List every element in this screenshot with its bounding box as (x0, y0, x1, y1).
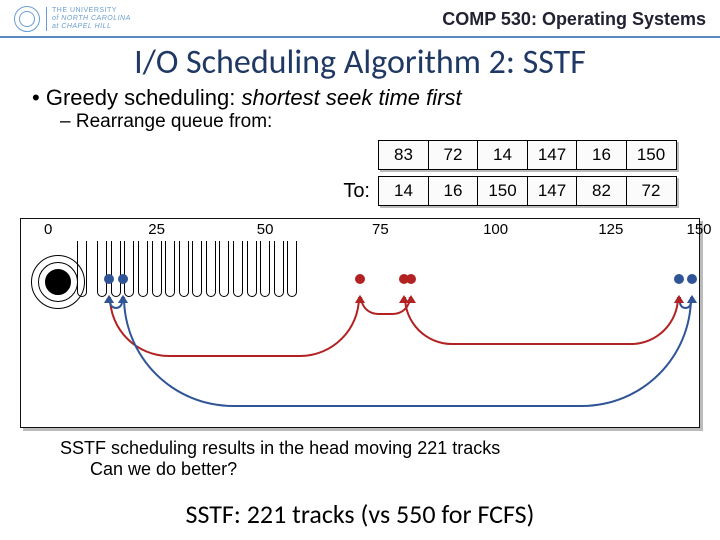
arrowhead-icon (399, 295, 409, 303)
queue-cell: 150 (626, 140, 677, 170)
r14-dot (104, 274, 114, 284)
track-tick (192, 241, 202, 297)
queue-cell: 14 (378, 176, 429, 206)
queue-to-label: To: (310, 180, 370, 203)
queue-to-cells: 14161501478272 (378, 176, 675, 206)
queue-cell: 72 (428, 140, 479, 170)
queue-cell: 82 (576, 176, 627, 206)
axis-tick-label: 125 (598, 221, 623, 238)
axis-tick-label: 50 (257, 221, 274, 238)
track-tick (260, 241, 270, 297)
queue-cell: 83 (378, 140, 429, 170)
a-147-82 (404, 297, 679, 345)
caption-l2: Can we do better? (60, 459, 500, 480)
course-label: COMP 530: Operating Systems (442, 9, 706, 30)
axis-labels: 0255075100125150 (21, 221, 699, 239)
axis-tick-label: 75 (372, 221, 389, 238)
track-ticks (21, 241, 699, 301)
caption: SSTF scheduling results in the head movi… (60, 438, 500, 479)
r150-dot (687, 274, 697, 284)
queue-cell: 16 (576, 140, 627, 170)
disk-diagram: 0255075100125150 (20, 218, 700, 428)
bullet-1: Greedy scheduling: shortest seek time fi… (32, 85, 700, 111)
bullet-2: Rearrange queue from: (32, 111, 700, 133)
bullet-1-text: Greedy scheduling: (46, 85, 242, 110)
axis-tick-label: 0 (44, 221, 52, 238)
track-tick (179, 241, 189, 297)
r16-dot (118, 274, 128, 284)
axis-tick-label: 100 (483, 221, 508, 238)
r83-dot (406, 274, 416, 284)
arrowhead-icon (674, 295, 684, 303)
arrowhead-icon (104, 295, 114, 303)
track-tick (124, 241, 134, 297)
track-tick (247, 241, 257, 297)
r72-dot (355, 274, 365, 284)
caption-l1: SSTF scheduling results in the head movi… (60, 438, 500, 459)
bullet-block: Greedy scheduling: shortest seek time fi… (0, 83, 720, 135)
track-tick (287, 241, 297, 297)
seek-arcs (21, 297, 699, 417)
track-tick (152, 241, 162, 297)
track-tick (165, 241, 175, 297)
axis-tick-label: 150 (686, 221, 711, 238)
track-tick (206, 241, 216, 297)
queue-to-row: To: 14161501478272 (310, 176, 675, 206)
queue-from-cells: 83721414716150 (378, 140, 675, 170)
footer-summary: SSTF: 221 tracks (vs 550 for FCFS) (0, 498, 720, 530)
bullet-1-em: shortest seek time first (242, 85, 462, 110)
track-tick (274, 241, 284, 297)
queue-cell: 72 (626, 176, 677, 206)
track-tick (111, 241, 121, 297)
track-tick (77, 241, 87, 297)
unc-seal-icon (14, 6, 40, 32)
queue-cell: 147 (527, 140, 578, 170)
queue-cell: 16 (428, 176, 479, 206)
queue-cell: 150 (477, 176, 528, 206)
logo-block: THE UNIVERSITY of NORTH CAROLINA at CHAP… (14, 6, 131, 32)
arrowhead-icon (118, 295, 128, 303)
queue-cell: 14 (477, 140, 528, 170)
queue-from-row: 83721414716150 (310, 140, 675, 170)
queue-rows: 83721414716150 To: 14161501478272 (310, 140, 675, 212)
track-tick (138, 241, 148, 297)
track-tick (219, 241, 229, 297)
axis-tick-label: 25 (148, 221, 165, 238)
slide-title: I/O Scheduling Algorithm 2: SSTF (0, 38, 720, 83)
track-tick (233, 241, 243, 297)
header: THE UNIVERSITY of NORTH CAROLINA at CHAP… (0, 0, 720, 38)
r147-dot (674, 274, 684, 284)
arrowhead-icon (687, 295, 697, 303)
uni-name: THE UNIVERSITY of NORTH CAROLINA at CHAP… (46, 7, 131, 30)
track-tick (97, 241, 107, 297)
queue-cell: 147 (527, 176, 578, 206)
